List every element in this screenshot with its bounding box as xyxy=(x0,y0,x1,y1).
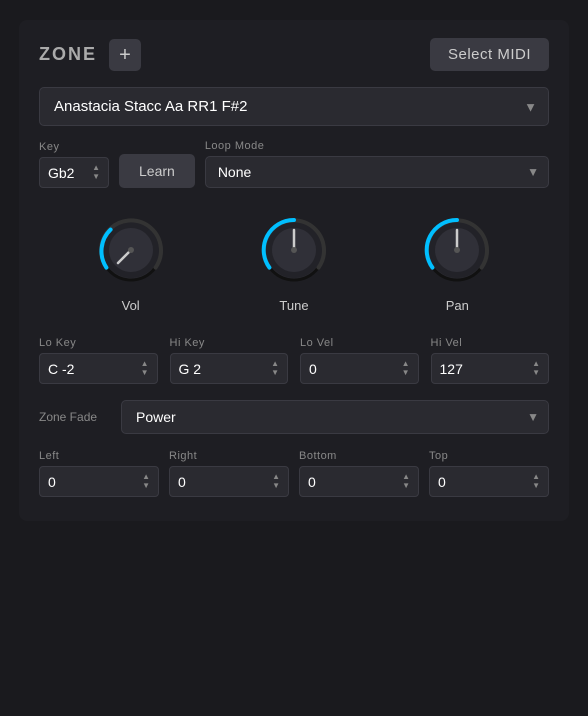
pan-knob-group: Pan xyxy=(417,210,497,313)
right-up-button[interactable]: ▲ xyxy=(272,473,280,481)
vol-knob[interactable] xyxy=(91,210,171,290)
learn-button[interactable]: Learn xyxy=(119,154,195,188)
zone-fade-dropdown[interactable]: Power Linear None xyxy=(121,400,549,434)
hi-vel-arrows: ▲ ▼ xyxy=(532,360,540,377)
bottom-group: Bottom 0 ▲ ▼ xyxy=(299,450,419,497)
knobs-row: Vol Tune xyxy=(39,210,549,313)
left-arrows: ▲ ▼ xyxy=(142,473,150,490)
zone-fade-row: Zone Fade Power Linear None ▼ xyxy=(39,400,549,434)
add-zone-button[interactable]: + xyxy=(109,39,141,71)
key-value: Gb2 xyxy=(48,165,74,181)
bottom-up-button[interactable]: ▲ xyxy=(402,473,410,481)
key-vel-row: Lo Key C -2 ▲ ▼ Hi Key G 2 ▲ ▼ Lo Vel xyxy=(39,337,549,384)
main-dropdown-wrapper: Anastacia Stacc Aa RR1 F#2 ▼ xyxy=(39,87,549,126)
select-midi-button[interactable]: Select MIDI xyxy=(430,38,549,71)
top-arrows: ▲ ▼ xyxy=(532,473,540,490)
bottom-label: Bottom xyxy=(299,450,419,462)
hi-key-stepper: G 2 ▲ ▼ xyxy=(170,353,289,384)
top-down-button[interactable]: ▼ xyxy=(532,482,540,490)
left-up-button[interactable]: ▲ xyxy=(142,473,150,481)
hi-vel-label: Hi Vel xyxy=(431,337,550,349)
pan-knob[interactable] xyxy=(417,210,497,290)
right-down-button[interactable]: ▼ xyxy=(272,482,280,490)
hi-key-up-button[interactable]: ▲ xyxy=(271,360,279,368)
key-down-button[interactable]: ▼ xyxy=(92,173,100,181)
lrbt-row: Left 0 ▲ ▼ Right 0 ▲ ▼ Bottom 0 xyxy=(39,450,549,497)
key-stepper-arrows: ▲ ▼ xyxy=(92,164,100,181)
loop-dropdown-wrapper: None Loop Ping-Pong ▼ xyxy=(205,156,549,188)
header-row: ZONE + Select MIDI xyxy=(39,38,549,71)
lo-key-stepper: C -2 ▲ ▼ xyxy=(39,353,158,384)
key-loop-row: Key Gb2 ▲ ▼ Learn Loop Mode None Loop Pi… xyxy=(39,140,549,188)
loop-mode-label: Loop Mode xyxy=(205,140,549,152)
hi-key-label: Hi Key xyxy=(170,337,289,349)
zone-panel: ZONE + Select MIDI Anastacia Stacc Aa RR… xyxy=(19,20,569,521)
hi-key-down-button[interactable]: ▼ xyxy=(271,369,279,377)
top-group: Top 0 ▲ ▼ xyxy=(429,450,549,497)
right-stepper: 0 ▲ ▼ xyxy=(169,466,289,497)
right-arrows: ▲ ▼ xyxy=(272,473,280,490)
key-field-group: Key Gb2 ▲ ▼ xyxy=(39,141,109,188)
top-value: 0 xyxy=(438,474,446,490)
zone-label: ZONE xyxy=(39,44,97,65)
lo-vel-group: Lo Vel 0 ▲ ▼ xyxy=(300,337,419,384)
top-up-button[interactable]: ▲ xyxy=(532,473,540,481)
left-group: Left 0 ▲ ▼ xyxy=(39,450,159,497)
fade-dropdown-wrapper: Power Linear None ▼ xyxy=(121,400,549,434)
key-label: Key xyxy=(39,141,109,153)
lo-vel-stepper: 0 ▲ ▼ xyxy=(300,353,419,384)
lo-vel-value: 0 xyxy=(309,361,317,377)
lo-key-up-button[interactable]: ▲ xyxy=(141,360,149,368)
left-value: 0 xyxy=(48,474,56,490)
pan-knob-label: Pan xyxy=(446,298,469,313)
lo-vel-up-button[interactable]: ▲ xyxy=(402,360,410,368)
lo-key-down-button[interactable]: ▼ xyxy=(141,369,149,377)
lo-vel-down-button[interactable]: ▼ xyxy=(402,369,410,377)
hi-vel-value: 127 xyxy=(440,361,463,377)
left-label: Left xyxy=(39,450,159,462)
right-group: Right 0 ▲ ▼ xyxy=(169,450,289,497)
lo-key-value: C -2 xyxy=(48,361,74,377)
lo-key-arrows: ▲ ▼ xyxy=(141,360,149,377)
left-stepper: 0 ▲ ▼ xyxy=(39,466,159,497)
tune-knob-group: Tune xyxy=(254,210,334,313)
top-label: Top xyxy=(429,450,549,462)
loop-mode-dropdown[interactable]: None Loop Ping-Pong xyxy=(205,156,549,188)
hi-vel-stepper: 127 ▲ ▼ xyxy=(431,353,550,384)
main-sample-dropdown[interactable]: Anastacia Stacc Aa RR1 F#2 xyxy=(39,87,549,126)
hi-vel-group: Hi Vel 127 ▲ ▼ xyxy=(431,337,550,384)
lo-vel-label: Lo Vel xyxy=(300,337,419,349)
hi-key-group: Hi Key G 2 ▲ ▼ xyxy=(170,337,289,384)
tune-knob[interactable] xyxy=(254,210,334,290)
tune-knob-label: Tune xyxy=(279,298,308,313)
key-up-button[interactable]: ▲ xyxy=(92,164,100,172)
right-label: Right xyxy=(169,450,289,462)
vol-knob-label: Vol xyxy=(122,298,140,313)
hi-key-value: G 2 xyxy=(179,361,202,377)
bottom-value: 0 xyxy=(308,474,316,490)
lo-vel-arrows: ▲ ▼ xyxy=(402,360,410,377)
right-value: 0 xyxy=(178,474,186,490)
bottom-stepper: 0 ▲ ▼ xyxy=(299,466,419,497)
key-stepper-box: Gb2 ▲ ▼ xyxy=(39,157,109,188)
left-down-button[interactable]: ▼ xyxy=(142,482,150,490)
hi-vel-up-button[interactable]: ▲ xyxy=(532,360,540,368)
hi-key-arrows: ▲ ▼ xyxy=(271,360,279,377)
main-dropdown-row: Anastacia Stacc Aa RR1 F#2 ▼ xyxy=(39,87,549,126)
loop-mode-group: Loop Mode None Loop Ping-Pong ▼ xyxy=(205,140,549,188)
zone-label-group: ZONE + xyxy=(39,39,141,71)
lo-key-label: Lo Key xyxy=(39,337,158,349)
top-stepper: 0 ▲ ▼ xyxy=(429,466,549,497)
bottom-down-button[interactable]: ▼ xyxy=(402,482,410,490)
vol-knob-group: Vol xyxy=(91,210,171,313)
hi-vel-down-button[interactable]: ▼ xyxy=(532,369,540,377)
bottom-arrows: ▲ ▼ xyxy=(402,473,410,490)
zone-fade-label: Zone Fade xyxy=(39,410,107,424)
lo-key-group: Lo Key C -2 ▲ ▼ xyxy=(39,337,158,384)
